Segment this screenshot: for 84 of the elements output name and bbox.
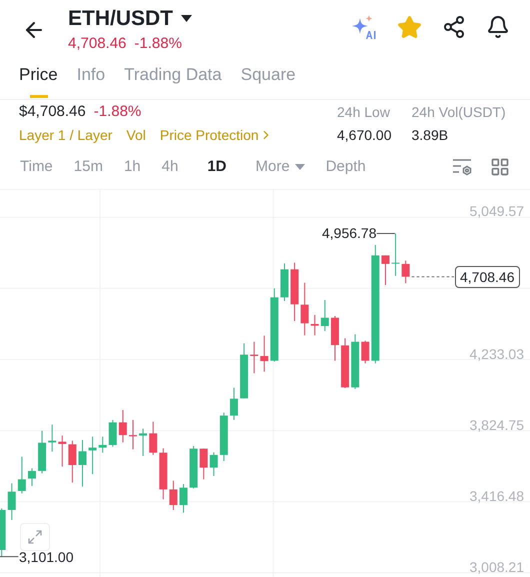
category-tag[interactable]: Layer 1 / Layer	[19, 126, 112, 144]
expand-chart-button[interactable]	[20, 523, 50, 551]
indicator-settings-icon[interactable]	[452, 158, 472, 176]
interval-tab[interactable]: 15m	[74, 157, 103, 177]
pair-selector[interactable]: ETH/USDT	[68, 6, 192, 32]
interval-tab[interactable]: 1h	[124, 157, 141, 177]
candle	[240, 342, 248, 399]
candle	[169, 480, 178, 510]
candle	[108, 419, 117, 448]
candle	[361, 340, 370, 364]
candle	[98, 436, 107, 454]
layout-grid-icon[interactable]	[490, 157, 510, 177]
candle	[88, 436, 97, 475]
candle	[48, 424, 56, 452]
candle	[250, 341, 258, 374]
tab[interactable]: Trading Data	[124, 61, 222, 98]
candle	[330, 315, 339, 362]
tab[interactable]: Info	[76, 61, 106, 98]
y-axis-label: 4,233.03	[470, 346, 524, 362]
candle	[78, 439, 86, 488]
candle	[38, 430, 46, 474]
leader-line	[376, 233, 396, 234]
candle	[0, 508, 6, 558]
candle	[58, 435, 66, 468]
favorite-star-icon[interactable]	[397, 14, 422, 40]
candle	[220, 412, 228, 462]
low-price-label: 3,101.00	[19, 548, 74, 565]
candle	[280, 262, 288, 302]
candle	[351, 334, 360, 390]
current-price-tag: 4,708.46	[455, 266, 520, 288]
candle	[402, 260, 410, 284]
tab-indicator	[30, 95, 48, 98]
summary-change: -1.88%	[94, 103, 142, 121]
candle	[68, 440, 76, 484]
caret-icon	[294, 164, 305, 170]
candle	[118, 410, 127, 443]
candle	[179, 484, 188, 514]
interval-tab[interactable]: 1D	[207, 157, 227, 177]
candle	[18, 456, 26, 494]
candle	[381, 254, 390, 286]
stat-value: 4,670.00	[337, 126, 392, 144]
last-price-line	[411, 276, 454, 278]
y-axis-label: 3,416.48	[470, 488, 524, 504]
candle	[230, 387, 238, 420]
price-change: -1.88%	[134, 34, 182, 54]
category-tag[interactable]: Vol	[126, 126, 146, 144]
stat-label: 24h Vol(USDT)	[412, 103, 506, 121]
y-axis-label: 3,824.75	[470, 416, 524, 433]
candle	[300, 282, 309, 336]
candle	[190, 446, 198, 489]
interval-tab[interactable]: 4h	[162, 157, 178, 177]
candle	[128, 419, 137, 450]
candle	[8, 482, 16, 521]
y-axis-label: 3,008.21	[470, 558, 524, 575]
candle	[159, 448, 168, 500]
interval-tab[interactable]: Time	[20, 157, 53, 177]
candle	[149, 421, 158, 456]
price-protection-link[interactable]: Price Protection	[160, 126, 273, 144]
candle	[320, 299, 329, 332]
candle	[310, 314, 319, 336]
sparkle-icon[interactable]	[351, 14, 377, 40]
stat-label: 24h Low	[337, 103, 391, 121]
summary-price: $4,708.46	[19, 103, 86, 121]
leader-line	[0, 556, 19, 558]
expand-arrows-icon	[27, 529, 43, 545]
high-price-label: 4,956.78	[322, 225, 376, 242]
candle	[28, 468, 36, 486]
caret-icon	[181, 15, 192, 23]
candle	[290, 262, 299, 322]
candle	[392, 233, 400, 276]
candle	[260, 335, 268, 372]
interval-tab[interactable]: Depth	[326, 157, 366, 177]
notification-bell-icon[interactable]	[486, 15, 510, 39]
share-icon[interactable]	[442, 15, 466, 39]
candle	[210, 452, 218, 476]
tab[interactable]: Price	[19, 61, 58, 98]
more-intervals-dropdown[interactable]: More	[256, 157, 305, 177]
candle	[139, 428, 148, 456]
y-axis-label: 5,049.57	[470, 203, 524, 220]
candle	[341, 338, 350, 389]
stat-value: 3.89B	[412, 126, 450, 144]
last-price: 4,708.46	[68, 34, 126, 54]
candle	[200, 448, 208, 480]
tab[interactable]: Square	[240, 61, 296, 98]
